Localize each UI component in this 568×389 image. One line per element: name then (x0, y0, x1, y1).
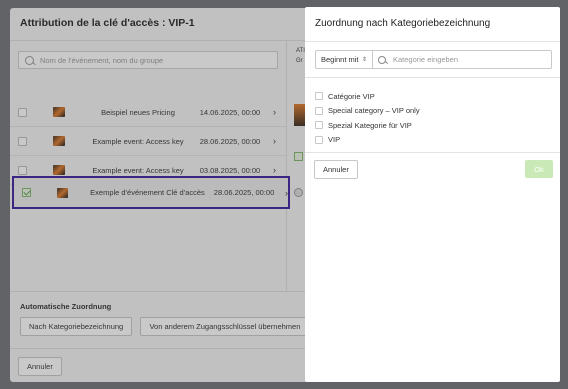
panel-title: Zuordnung nach Kategoriebezeichnung (305, 7, 560, 42)
match-mode-value: Beginnt mit (321, 55, 359, 64)
sort-arrows-icon: ⇕ (361, 57, 367, 63)
event-search-placeholder: Nom de l'événement, nom du groupe (40, 55, 164, 65)
category-label: Spezial Kategorie für VIP (328, 120, 412, 130)
event-name: Example event: Access key (92, 165, 184, 175)
category-option[interactable]: VIP (315, 133, 420, 148)
event-checkbox-checked[interactable] (22, 188, 31, 197)
event-thumbnail (53, 136, 65, 146)
chevron-right-icon[interactable]: › (273, 136, 276, 146)
search-icon (378, 55, 386, 64)
event-checkbox[interactable] (18, 165, 27, 175)
category-input[interactable]: Kategorie eingeben (373, 50, 552, 69)
event-search-input[interactable]: Nom de l'événement, nom du groupe (18, 51, 278, 69)
event-thumbnail (53, 165, 65, 175)
by-category-name-button[interactable]: Nach Kategoriebezeichnung (20, 317, 133, 336)
category-option[interactable]: Catégorie VIP (315, 89, 420, 104)
category-input-placeholder: Kategorie eingeben (393, 55, 459, 64)
detail-radio[interactable] (294, 188, 303, 197)
detail-column-fragment: ATI Gr (296, 48, 305, 64)
event-row[interactable]: Beispiel neues Pricing 14.06.2025, 00:00… (10, 98, 286, 127)
detail-fragment-line: ATI (296, 48, 305, 54)
ok-button[interactable]: Ok (525, 160, 553, 178)
event-checkbox[interactable] (18, 107, 27, 117)
category-filter: Beginnt mit ⇕ Kategorie eingeben (315, 50, 552, 69)
event-row[interactable]: Example event: Access key 28.06.2025, 00… (10, 127, 286, 156)
chevron-right-icon[interactable]: › (273, 165, 276, 175)
event-name: Beispiel neues Pricing (101, 107, 175, 117)
column-divider (286, 41, 287, 291)
detail-thumbnail (294, 104, 305, 126)
chevron-right-icon[interactable]: › (273, 107, 276, 117)
category-checkbox[interactable] (315, 121, 323, 130)
event-checkbox[interactable] (18, 136, 27, 146)
event-thumbnail (53, 107, 65, 117)
category-label: VIP (328, 135, 341, 145)
category-label: Special category – VIP only (328, 106, 420, 116)
category-label: Catégorie VIP (328, 91, 375, 101)
event-date: 28.06.2025, 00:00 (199, 136, 261, 146)
event-date: 28.06.2025, 00:00 (213, 188, 275, 197)
divider (305, 152, 560, 153)
category-checkbox[interactable] (315, 92, 323, 101)
event-date: 03.08.2025, 00:00 (199, 165, 261, 175)
event-date: 14.06.2025, 00:00 (199, 107, 261, 117)
search-icon (25, 55, 34, 65)
event-name: Exemple d'événement Clé d'accès (90, 188, 205, 197)
event-thumbnail (56, 187, 68, 198)
event-row-selected[interactable]: Exemple d'événement Clé d'accès 28.06.20… (12, 176, 290, 209)
match-mode-select[interactable]: Beginnt mit ⇕ (315, 50, 373, 69)
event-name: Example event: Access key (92, 136, 184, 146)
modal-cancel-button[interactable]: Annuler (18, 357, 62, 376)
detail-checkbox[interactable] (294, 152, 303, 161)
category-list: Catégorie VIP Special category – VIP onl… (315, 89, 420, 147)
panel-cancel-button[interactable]: Annuler (314, 160, 358, 179)
detail-fragment-line: Gr (296, 58, 303, 64)
category-assignment-panel: Zuordnung nach Kategoriebezeichnung Begi… (305, 7, 560, 382)
chevron-right-icon[interactable]: › (285, 188, 288, 198)
category-option[interactable]: Spezial Kategorie für VIP (315, 118, 420, 133)
divider (305, 77, 560, 78)
from-other-access-key-button[interactable]: Von anderem Zugangsschlüssel übernehmen (140, 317, 310, 336)
category-checkbox[interactable] (315, 135, 323, 144)
category-option[interactable]: Special category – VIP only (315, 104, 420, 119)
category-checkbox[interactable] (315, 106, 323, 115)
